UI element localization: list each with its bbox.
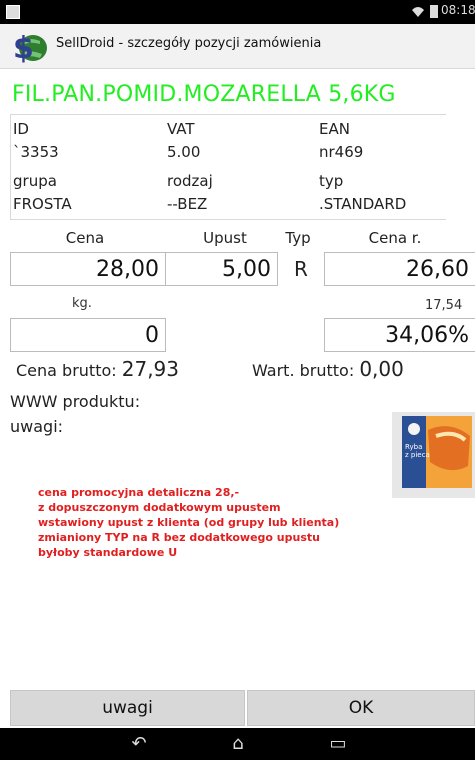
vat-value: 5.00 bbox=[167, 143, 201, 161]
type-field[interactable]: R bbox=[278, 252, 324, 286]
notes-label: uwagi: bbox=[10, 417, 64, 436]
product-meta-panel: ID `3353 VAT 5.00 EAN nr469 grupa FROSTA… bbox=[10, 114, 446, 220]
notes-line: byłoby standardowe U bbox=[38, 546, 178, 559]
www-label: WWW produktu: bbox=[10, 392, 141, 411]
price-field[interactable]: 28,00 bbox=[10, 252, 166, 286]
margin-field[interactable]: 34,06% bbox=[324, 318, 475, 352]
type-column-label: Typ bbox=[285, 229, 311, 247]
ok-button[interactable]: OK bbox=[247, 690, 475, 726]
back-icon[interactable]: ↶ bbox=[124, 734, 154, 754]
notes-button[interactable]: uwagi bbox=[10, 690, 245, 726]
wifi-icon bbox=[411, 4, 425, 18]
navigation-bar: ↶ ⌂ ▭ bbox=[0, 728, 475, 760]
recent-apps-icon[interactable]: ▭ bbox=[323, 734, 353, 754]
vat-label: VAT bbox=[167, 120, 195, 138]
screen-title: SellDroid - szczegóły pozycji zamówienia bbox=[56, 36, 322, 51]
battery-icon bbox=[430, 5, 438, 18]
notes-line: wstawiony upust z klienta (od grupy lub … bbox=[38, 516, 340, 529]
type-meta-label: typ bbox=[319, 172, 344, 190]
kind-label: rodzaj bbox=[167, 172, 213, 190]
discount-column-label: Upust bbox=[203, 229, 247, 247]
ean-label: EAN bbox=[319, 120, 350, 138]
svg-text:$: $ bbox=[13, 31, 34, 64]
gross-price-label: Cena brutto: bbox=[16, 361, 117, 380]
price-column-label: Cena bbox=[65, 229, 105, 247]
discount-field[interactable]: 5,00 bbox=[166, 252, 278, 286]
title-bar: $ SellDroid - szczegóły pozycji zamówien… bbox=[0, 24, 475, 69]
svg-text:Ryba: Ryba bbox=[405, 443, 422, 451]
action-buttons: uwagi OK bbox=[10, 690, 475, 728]
gross-value-label: Wart. brutto: bbox=[252, 361, 355, 380]
net-price-column-label: Cena r. bbox=[368, 229, 422, 247]
unit-value: 17,54 bbox=[425, 298, 463, 313]
product-name: FIL.PAN.POMID.MOZARELLA 5,6KG bbox=[12, 82, 396, 107]
unit-label: kg. bbox=[72, 296, 92, 311]
ean-value: nr469 bbox=[319, 143, 364, 161]
app-notification-icon bbox=[6, 5, 20, 19]
gross-value-value: 0,00 bbox=[359, 357, 404, 381]
notes-line: cena promocyjna detaliczna 28,- bbox=[38, 486, 240, 499]
type-meta-value: .STANDARD bbox=[319, 195, 407, 213]
group-value: FROSTA bbox=[13, 195, 72, 213]
product-thumbnail[interactable]: Ryba z pieca bbox=[392, 412, 475, 498]
gross-price-value: 27,93 bbox=[121, 357, 180, 381]
svg-text:z pieca: z pieca bbox=[405, 451, 430, 459]
group-label: grupa bbox=[13, 172, 57, 190]
dollar-globe-logo[interactable]: $ bbox=[10, 30, 50, 66]
net-price-field[interactable]: 26,60 bbox=[324, 252, 475, 286]
status-time: 08:18 bbox=[441, 3, 475, 17]
id-value: `3353 bbox=[13, 143, 59, 161]
notes-line: zmianiony TYP na R bez dodatkowego upust… bbox=[38, 531, 320, 544]
status-bar: 08:18 bbox=[0, 0, 475, 24]
notes-line: z dopuszczonym dodatkowym upustem bbox=[38, 501, 281, 514]
notes-text: cena promocyjna detaliczna 28,- z dopusz… bbox=[38, 485, 339, 560]
gross-price-row: Cena brutto: 27,93 bbox=[16, 357, 179, 381]
id-label: ID bbox=[13, 120, 29, 138]
quantity-field[interactable]: 0 bbox=[10, 318, 166, 352]
home-icon[interactable]: ⌂ bbox=[223, 734, 253, 754]
gross-value-row: Wart. brutto: 0,00 bbox=[252, 357, 404, 381]
kind-value: --BEZ bbox=[167, 195, 208, 213]
